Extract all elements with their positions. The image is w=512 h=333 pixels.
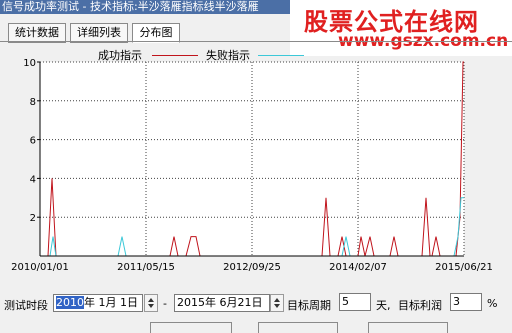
target-profit-label: 目标利润 bbox=[398, 299, 442, 312]
distribution-chart: 10 8 6 4 2 2010/01/01 2011/05/15 2012/09/25 201… bbox=[11, 58, 493, 273]
spin-up-icon[interactable] bbox=[148, 298, 154, 302]
spin-down-icon[interactable] bbox=[148, 304, 154, 308]
legend-success-swatch bbox=[152, 55, 198, 56]
y-tick-label: 4 bbox=[30, 174, 36, 185]
date-range-dash: - bbox=[163, 297, 167, 310]
target-profit-input[interactable]: 3 bbox=[450, 293, 482, 311]
start-date-rest: 年 1月 1日 bbox=[84, 296, 138, 309]
tab-distribution-chart[interactable]: 分布图 bbox=[132, 23, 180, 43]
start-date-picker[interactable]: 2010年 1月 1日 bbox=[53, 294, 143, 312]
plot-area bbox=[40, 62, 464, 256]
x-tick-label: 2011/05/15 bbox=[117, 262, 175, 273]
legend-fail-swatch bbox=[258, 55, 304, 56]
day-unit-label: 天, bbox=[376, 299, 391, 312]
y-tick-label: 10 bbox=[23, 58, 36, 69]
target-period-input[interactable]: 5 bbox=[339, 293, 371, 311]
x-tick-label: 2015/06/21 bbox=[435, 262, 493, 273]
end-date-picker[interactable]: 2015年 6月21日 bbox=[174, 294, 270, 312]
tab-statistics[interactable]: 统计数据 bbox=[8, 23, 66, 43]
percent-label: % bbox=[487, 297, 498, 310]
x-tick-label: 2010/01/01 bbox=[11, 262, 69, 273]
spin-down-icon[interactable] bbox=[274, 304, 280, 308]
spin-up-icon[interactable] bbox=[274, 298, 280, 302]
start-year-selected[interactable]: 2010 bbox=[56, 296, 84, 309]
tab-detail-list[interactable]: 详细列表 bbox=[70, 23, 128, 43]
y-tick-label: 8 bbox=[30, 97, 36, 108]
y-tick-label: 6 bbox=[30, 136, 36, 147]
target-period-label: 目标周期 bbox=[287, 299, 331, 312]
test-period-label: 测试时段 bbox=[4, 299, 48, 312]
window-title: 信号成功率测试 - 技术指标:半沙落雁指标线半沙落雁 bbox=[2, 0, 259, 13]
x-tick-label: 2014/02/07 bbox=[329, 262, 387, 273]
y-tick-label: 2 bbox=[30, 213, 36, 224]
start-date-spinner[interactable] bbox=[144, 294, 158, 312]
tab-divider bbox=[0, 41, 512, 42]
x-tick-label: 2012/09/25 bbox=[223, 262, 281, 273]
end-date-spinner[interactable] bbox=[270, 294, 284, 312]
